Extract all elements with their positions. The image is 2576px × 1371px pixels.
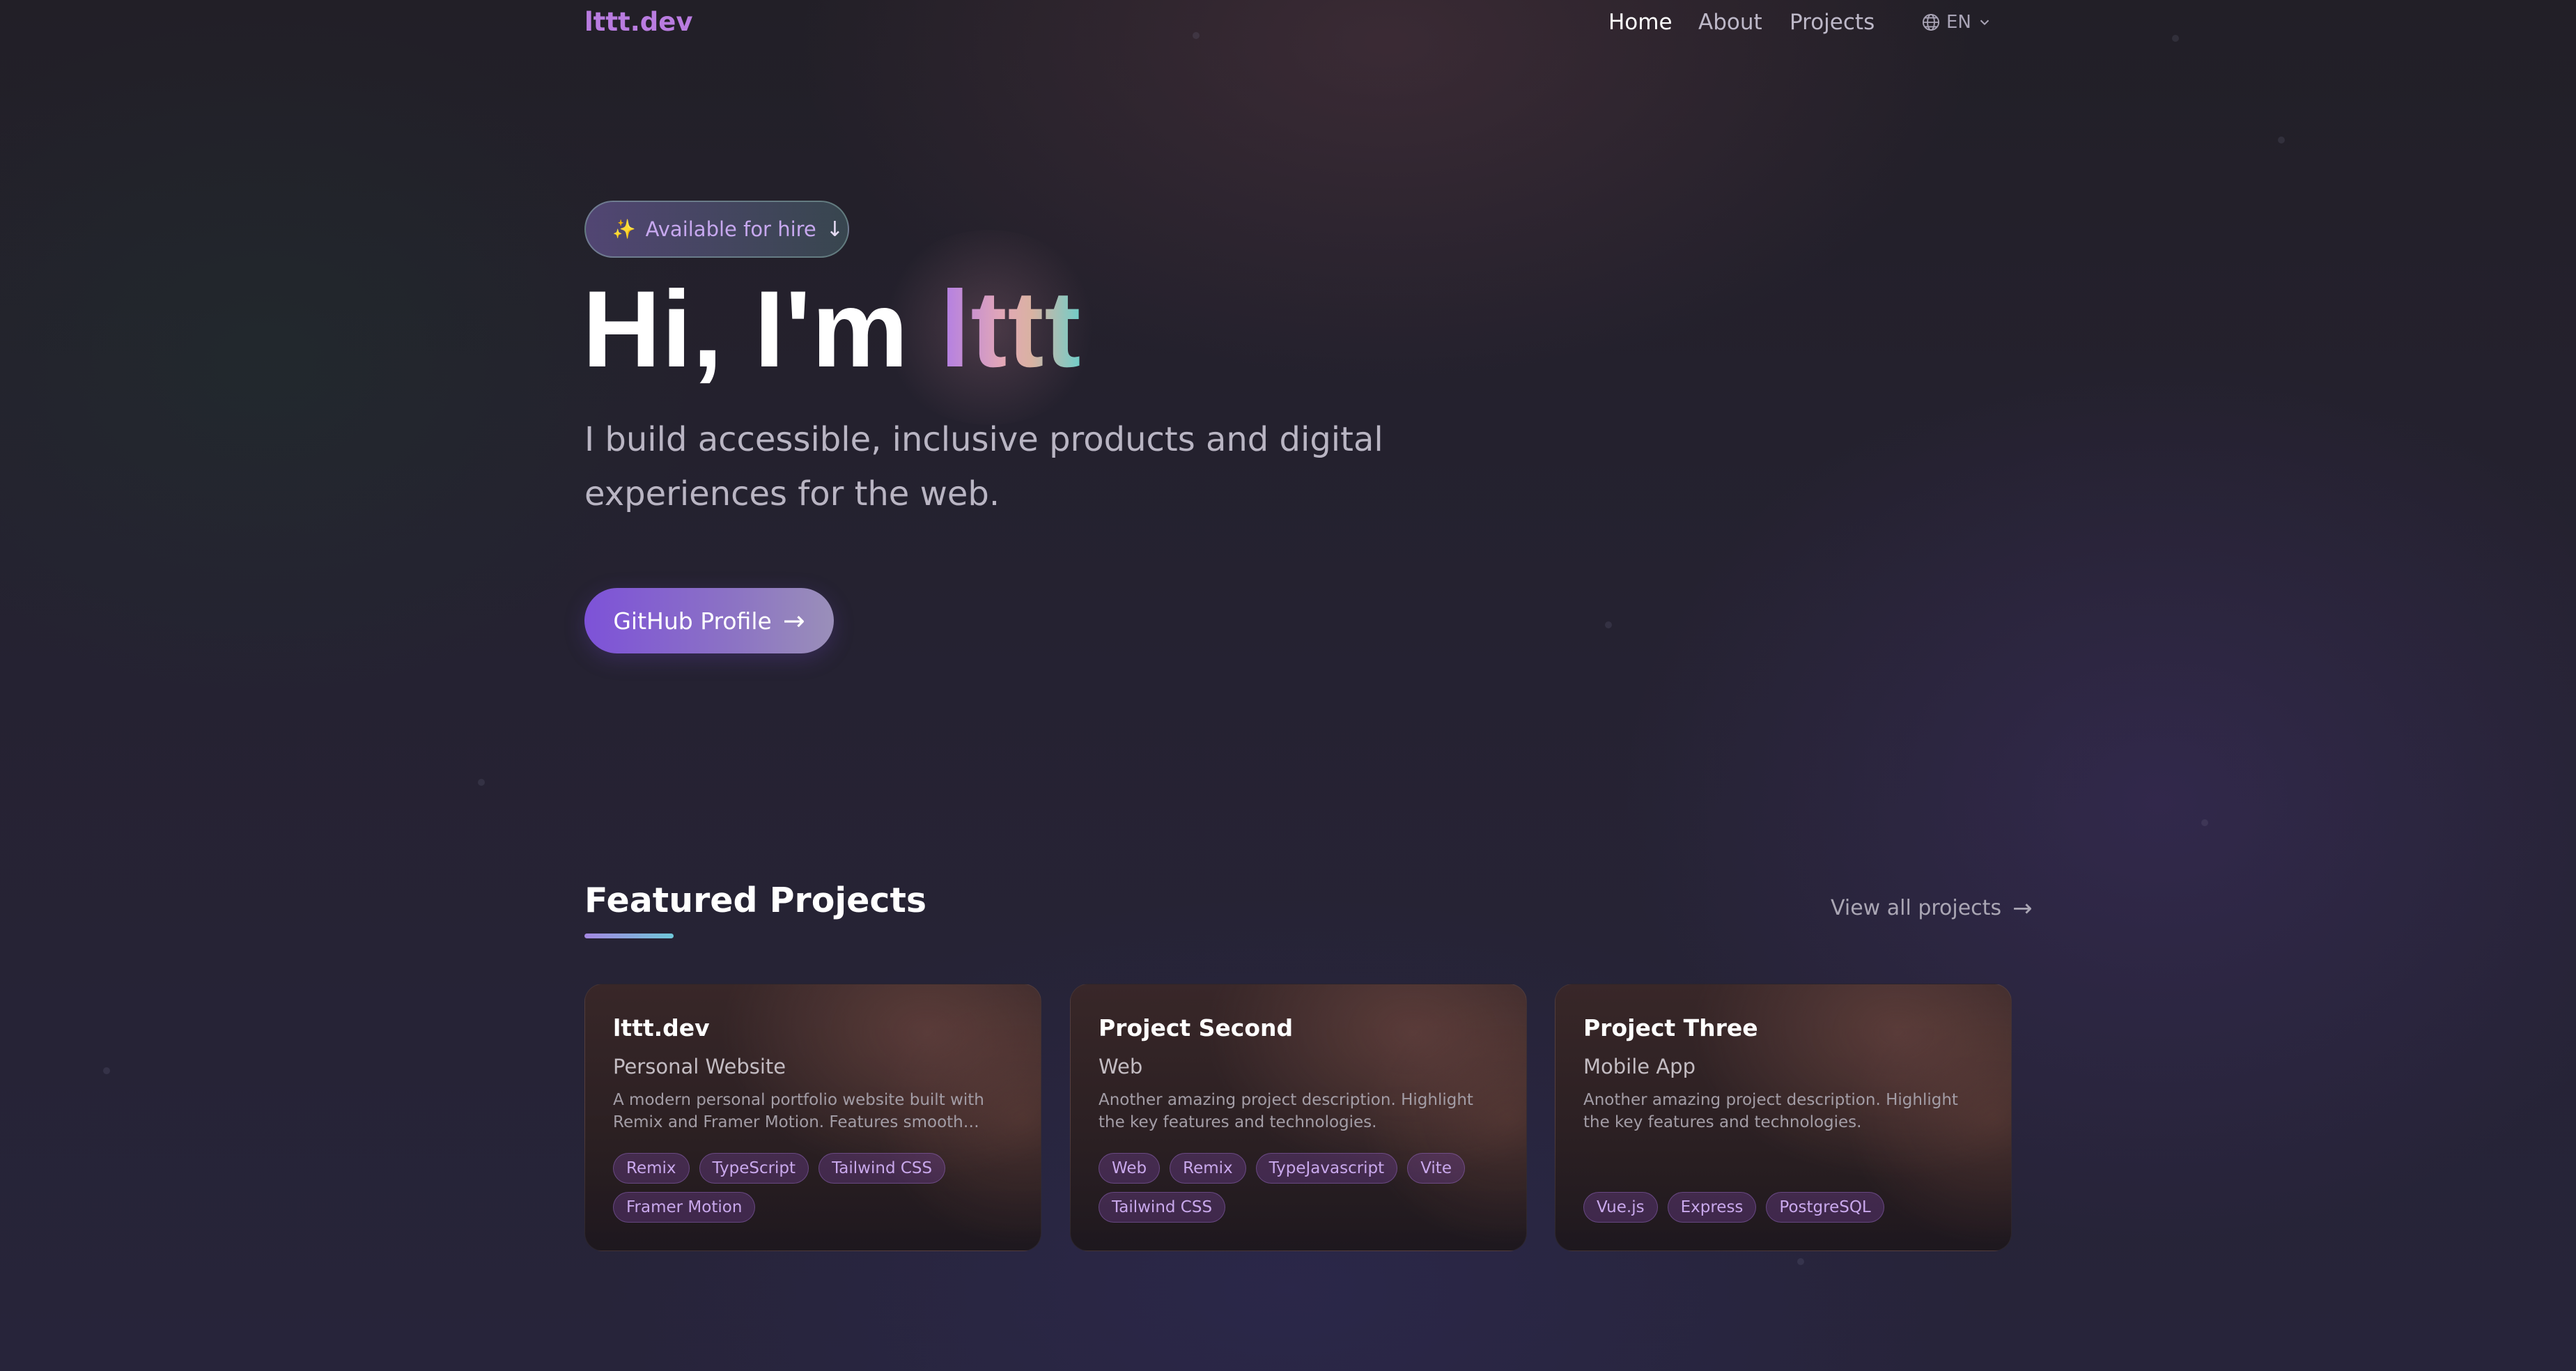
background-dot <box>478 779 485 786</box>
project-card-title: Project Three <box>1583 1014 1758 1041</box>
tech-tag: Remix <box>1170 1153 1246 1184</box>
view-all-projects-label: View all projects <box>1831 896 2002 920</box>
project-card-description: Another amazing project description. Hig… <box>1583 1091 1958 1131</box>
project-card-category: Web <box>1099 1055 1143 1078</box>
language-label: EN <box>1946 12 1971 33</box>
background-dot <box>1797 1258 1804 1265</box>
project-card-category: Personal Website <box>613 1055 786 1078</box>
project-card-category: Mobile App <box>1583 1055 1696 1078</box>
background-dot <box>2201 819 2208 826</box>
availability-badge-label: Available for hire <box>645 217 816 241</box>
nav-link-projects[interactable]: Projects <box>1790 7 1875 38</box>
language-selector[interactable]: EN <box>1921 7 1992 38</box>
globe-icon <box>1921 13 1941 32</box>
background-dot <box>2278 137 2285 144</box>
tech-tag: TypeJavascript <box>1255 1153 1398 1184</box>
tech-tag: Vue.js <box>1583 1192 1658 1223</box>
arrow-right-icon: → <box>2012 894 2033 922</box>
tech-tag: Vite <box>1407 1153 1465 1184</box>
hero-title: Hi, I'm lttt <box>582 270 1081 389</box>
top-navigation: lttt.dev Home About Projects EN <box>0 0 2576 45</box>
section-title-underline <box>584 934 674 938</box>
project-card-tags: Web Remix TypeJavascript Vite Tailwind C… <box>1099 1153 1503 1223</box>
project-card[interactable]: lttt.dev Personal Website A modern perso… <box>584 984 1041 1251</box>
hero-title-prefix: Hi, I'm <box>582 269 940 390</box>
nav-link-home[interactable]: Home <box>1608 7 1673 38</box>
hero-title-name: lttt <box>940 269 1082 390</box>
tech-tag: Tailwind CSS <box>818 1153 946 1184</box>
tech-tag: Express <box>1667 1192 1757 1223</box>
nav-link-about[interactable]: About <box>1698 7 1762 38</box>
tech-tag: Framer Motion <box>613 1192 756 1223</box>
tech-tag: TypeScript <box>699 1153 809 1184</box>
featured-projects-title: Featured Projects <box>584 881 927 920</box>
github-profile-button[interactable]: GitHub Profile → <box>584 588 834 653</box>
arrow-right-icon: → <box>782 605 805 636</box>
project-card-description: A modern personal portfolio website buil… <box>613 1091 984 1131</box>
view-all-projects-link[interactable]: View all projects → <box>1831 893 2033 924</box>
availability-badge[interactable]: ✨ Available for hire ↓ <box>584 201 849 258</box>
project-card-description: Another amazing project description. Hig… <box>1099 1091 1473 1131</box>
chevron-down-icon <box>1977 15 1992 30</box>
hero-subtitle: I build accessible, inclusive products a… <box>584 420 1383 513</box>
brand-logo[interactable]: lttt.dev <box>584 6 693 39</box>
project-card-title: Project Second <box>1099 1014 1294 1041</box>
github-profile-button-label: GitHub Profile <box>613 607 772 635</box>
project-card-tags: Vue.js Express PostgreSQL <box>1583 1192 1987 1223</box>
sparkles-icon: ✨ <box>612 219 636 240</box>
tech-tag: Tailwind CSS <box>1099 1192 1226 1223</box>
tech-tag: Web <box>1099 1153 1161 1184</box>
project-card-title: lttt.dev <box>613 1014 710 1041</box>
project-card-tags: Remix TypeScript Tailwind CSS Framer Mot… <box>613 1153 1017 1223</box>
project-card[interactable]: Project Three Mobile App Another amazing… <box>1555 984 2012 1251</box>
arrow-down-icon: ↓ <box>825 217 844 242</box>
tech-tag: Remix <box>613 1153 690 1184</box>
background-dot <box>103 1067 110 1074</box>
tech-tag: PostgreSQL <box>1766 1192 1884 1223</box>
background-dot <box>1605 621 1612 628</box>
project-card[interactable]: Project Second Web Another amazing proje… <box>1070 984 1527 1251</box>
